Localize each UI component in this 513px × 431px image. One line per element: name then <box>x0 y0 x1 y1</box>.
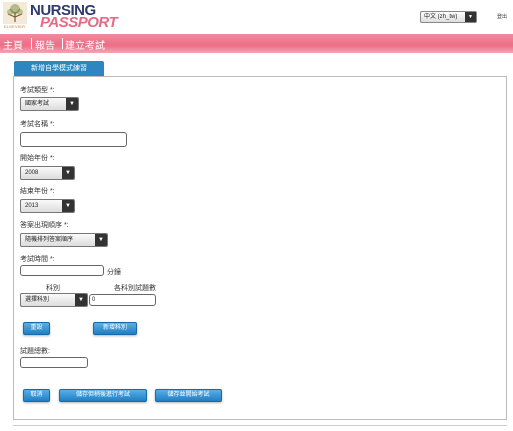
chevron-down-icon: ▼ <box>62 200 74 212</box>
questions-per-subject-input[interactable]: 0 <box>89 294 156 306</box>
cancel-button[interactable]: 取消 <box>23 389 50 402</box>
header: ELSEVIER NURSING PASSPORT 中文 (zh_tw) ▼ 登… <box>0 0 513 34</box>
answer-order-label: 答案出現順序 *: <box>20 222 69 229</box>
form-panel <box>13 76 507 420</box>
nav-separator <box>62 38 63 49</box>
end-year-value: 2013 <box>25 203 39 209</box>
subject-column-header: 科別 <box>46 285 60 292</box>
nav-separator <box>31 38 32 49</box>
add-subject-button[interactable]: 新增科別 <box>93 322 137 335</box>
questions-column-header: 各科別試題數 <box>114 285 156 292</box>
elsevier-tree-logo <box>3 2 27 24</box>
subject-select[interactable]: 選擇科別 ▼ <box>20 293 88 307</box>
end-year-label: 結束年份 *: <box>20 188 55 195</box>
logout-link[interactable]: 登出 <box>497 13 507 20</box>
tab-new-self-study[interactable]: 新增自學模式練習 <box>14 61 104 76</box>
subject-select-value: 選擇科別 <box>25 297 50 303</box>
total-questions-input <box>20 357 88 368</box>
brand-passport: PASSPORT <box>40 14 118 31</box>
exam-type-value: 國家考試 <box>25 101 50 107</box>
exam-name-label: 考試名稱 *: <box>20 121 55 128</box>
chevron-down-icon: ▼ <box>75 294 87 306</box>
exam-type-select[interactable]: 國家考試 ▼ <box>20 97 79 111</box>
save-start-button[interactable]: 儲存並開始考試 <box>155 389 222 402</box>
answer-order-select[interactable]: 隨機排列答案順序 ▼ <box>20 233 108 247</box>
nav-item-create-exam[interactable]: 建立考試 <box>65 37 105 52</box>
language-select[interactable]: 中文 (zh_tw) ▼ <box>420 11 477 23</box>
chevron-down-icon: ▼ <box>95 234 107 246</box>
answer-order-value: 隨機排列答案順序 <box>25 237 74 243</box>
reset-button[interactable]: 重設 <box>23 322 50 335</box>
language-select-value: 中文 (zh_tw) <box>424 14 458 20</box>
total-questions-label: 試題總數: <box>20 348 50 355</box>
nav-item-home[interactable]: 主頁 <box>3 37 23 52</box>
main-nav: 主頁 報告 建立考試 <box>0 34 513 53</box>
minutes-unit-label: 分鐘 <box>107 269 121 276</box>
elsevier-wordmark: ELSEVIER <box>4 24 26 29</box>
exam-name-input[interactable] <box>20 132 127 147</box>
chevron-down-icon: ▼ <box>66 98 78 110</box>
start-year-select[interactable]: 2008 ▼ <box>20 166 75 180</box>
start-year-label: 開始年份 *: <box>20 155 55 162</box>
start-year-value: 2008 <box>25 170 39 176</box>
chevron-down-icon: ▼ <box>62 167 74 179</box>
chevron-down-icon: ▼ <box>465 12 476 22</box>
exam-time-label: 考試時間 *: <box>20 256 55 263</box>
exam-type-label: 考試類型 *: <box>20 87 55 94</box>
exam-time-input[interactable] <box>20 265 104 276</box>
save-later-button[interactable]: 儲存但稍後進行考試 <box>59 389 147 402</box>
end-year-select[interactable]: 2013 ▼ <box>20 199 75 213</box>
nav-item-reports[interactable]: 報告 <box>35 37 55 52</box>
footer-divider <box>13 425 507 426</box>
